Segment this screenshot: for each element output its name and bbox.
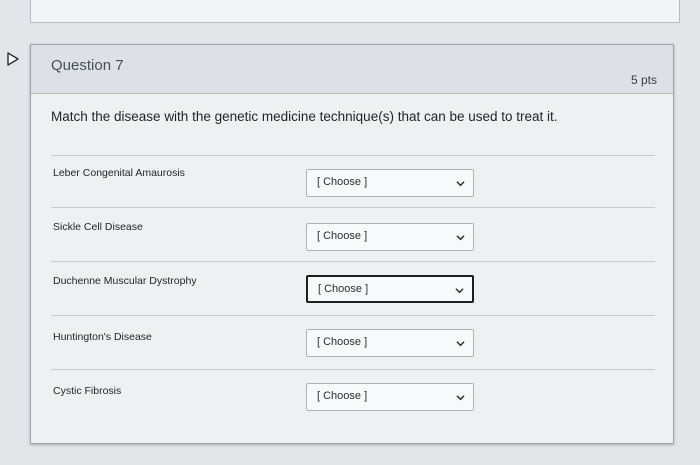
row-divider — [51, 207, 655, 208]
select-value: [ Choose ] — [317, 390, 368, 402]
match-prompt-label: Sickle Cell Disease — [53, 221, 143, 233]
question-prompt: Match the disease with the genetic medic… — [51, 109, 558, 124]
match-prompt-label: Duchenne Muscular Dystrophy — [53, 275, 197, 287]
match-prompt-label: Leber Congenital Amaurosis — [53, 167, 185, 179]
question-title: Question 7 — [51, 57, 124, 74]
chevron-down-icon — [456, 341, 465, 347]
select-value: [ Choose ] — [317, 336, 368, 348]
select-value: [ Choose ] — [317, 176, 368, 188]
match-prompt-label: Huntington's Disease — [53, 331, 152, 343]
match-prompt-label: Cystic Fibrosis — [53, 385, 122, 397]
answer-select-2[interactable]: [ Choose ] — [306, 223, 474, 251]
answer-select-4[interactable]: [ Choose ] — [306, 329, 474, 357]
row-divider — [51, 369, 655, 370]
answer-select-5[interactable]: [ Choose ] — [306, 383, 474, 411]
previous-question-card — [30, 0, 680, 23]
select-value: [ Choose ] — [318, 283, 369, 295]
question-points: 5 pts — [630, 73, 657, 87]
chevron-down-icon — [456, 181, 465, 187]
select-value: [ Choose ] — [317, 230, 368, 242]
question-card: Question 7 5 pts Match the disease with … — [30, 44, 674, 444]
answer-select-1[interactable]: [ Choose ] — [306, 169, 474, 197]
flag-icon[interactable] — [6, 52, 20, 66]
chevron-down-icon — [456, 235, 465, 241]
chevron-down-icon — [456, 395, 465, 401]
row-divider — [51, 315, 655, 316]
question-header: Question 7 5 pts — [31, 45, 673, 94]
answer-select-3[interactable]: [ Choose ] — [306, 275, 474, 303]
chevron-down-icon — [455, 288, 464, 294]
row-divider — [51, 261, 655, 262]
prompt-divider — [51, 155, 655, 156]
